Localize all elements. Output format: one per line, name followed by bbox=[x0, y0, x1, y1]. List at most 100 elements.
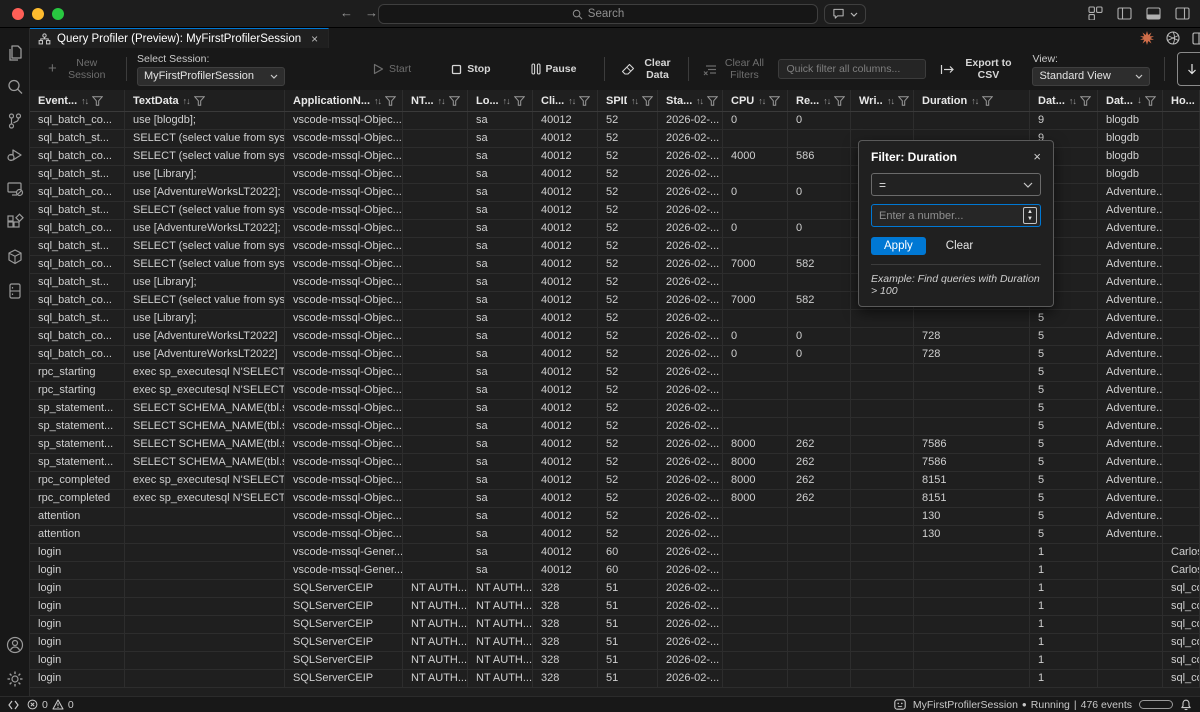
cell-event[interactable]: login bbox=[30, 616, 125, 633]
table-row[interactable]: attentionvscode-mssql-Objec...sa40012522… bbox=[30, 526, 1200, 544]
cell-host[interactable]: sql_co... bbox=[1163, 670, 1200, 687]
column-header-application[interactable]: ApplicationN...↑↓ bbox=[285, 90, 403, 111]
cell-spid[interactable]: 52 bbox=[598, 472, 658, 489]
cell-duration[interactable] bbox=[914, 418, 1030, 435]
cell-clientpid[interactable]: 40012 bbox=[533, 382, 598, 399]
cell-starttime[interactable]: 2026-02-... bbox=[658, 364, 723, 381]
extensions-icon[interactable] bbox=[0, 206, 30, 240]
cell-cpu[interactable]: 8000 bbox=[723, 454, 788, 471]
cell-event[interactable]: sql_batch_st... bbox=[30, 238, 125, 255]
cell-ntuser[interactable] bbox=[403, 256, 468, 273]
cell-event[interactable]: sql_batch_st... bbox=[30, 310, 125, 327]
cell-databaseid[interactable]: 5 bbox=[1030, 454, 1098, 471]
cell-duration[interactable]: 130 bbox=[914, 526, 1030, 543]
cell-reads[interactable]: 0 bbox=[788, 220, 851, 237]
cell-ntuser[interactable]: NT AUTH... bbox=[403, 598, 468, 615]
cell-login[interactable]: sa bbox=[468, 292, 533, 309]
cell-cpu[interactable] bbox=[723, 616, 788, 633]
cell-event[interactable]: sql_batch_st... bbox=[30, 130, 125, 147]
cell-databasename[interactable]: Adventure... bbox=[1098, 238, 1163, 255]
cell-login[interactable]: sa bbox=[468, 238, 533, 255]
cell-ntuser[interactable] bbox=[403, 184, 468, 201]
close-window-button[interactable] bbox=[12, 8, 24, 20]
cell-spid[interactable]: 52 bbox=[598, 508, 658, 525]
sort-arrows-icon[interactable]: ↑↓ bbox=[81, 96, 88, 106]
notifications-bell-icon[interactable] bbox=[1180, 699, 1192, 711]
cell-textdata[interactable]: SELECT (select value from sys.d... bbox=[125, 292, 285, 309]
cell-clientpid[interactable]: 40012 bbox=[533, 310, 598, 327]
minimize-window-button[interactable] bbox=[32, 8, 44, 20]
cell-spid[interactable]: 52 bbox=[598, 130, 658, 147]
cell-textdata[interactable] bbox=[125, 634, 285, 651]
cell-host[interactable] bbox=[1163, 166, 1200, 183]
cell-writes[interactable] bbox=[851, 400, 914, 417]
cell-starttime[interactable]: 2026-02-... bbox=[658, 670, 723, 687]
cell-host[interactable] bbox=[1163, 202, 1200, 219]
cell-cpu[interactable]: 7000 bbox=[723, 292, 788, 309]
table-row[interactable]: loginvscode-mssql-Gener...sa40012602026-… bbox=[30, 544, 1200, 562]
cell-login[interactable]: sa bbox=[468, 166, 533, 183]
containers-icon[interactable] bbox=[0, 240, 30, 274]
filter-icon[interactable] bbox=[1080, 96, 1091, 106]
cell-ntuser[interactable] bbox=[403, 526, 468, 543]
cell-starttime[interactable]: 2026-02-... bbox=[658, 202, 723, 219]
cell-login[interactable]: NT AUTH... bbox=[468, 598, 533, 615]
cell-duration[interactable]: 8151 bbox=[914, 472, 1030, 489]
cell-starttime[interactable]: 2026-02-... bbox=[658, 328, 723, 345]
table-row[interactable]: loginSQLServerCEIPNT AUTH...NT AUTH...32… bbox=[30, 652, 1200, 670]
cell-ntuser[interactable]: NT AUTH... bbox=[403, 616, 468, 633]
cell-application[interactable]: vscode-mssql-Objec... bbox=[285, 418, 403, 435]
cell-starttime[interactable]: 2026-02-... bbox=[658, 598, 723, 615]
cell-ntuser[interactable] bbox=[403, 238, 468, 255]
cell-starttime[interactable]: 2026-02-... bbox=[658, 130, 723, 147]
cell-writes[interactable] bbox=[851, 652, 914, 669]
back-arrow-icon[interactable]: ← bbox=[340, 5, 353, 20]
cell-textdata[interactable]: use [Library]; bbox=[125, 166, 285, 183]
filter-icon[interactable] bbox=[579, 96, 590, 106]
cell-clientpid[interactable]: 40012 bbox=[533, 454, 598, 471]
cell-ntuser[interactable] bbox=[403, 436, 468, 453]
cell-ntuser[interactable] bbox=[403, 490, 468, 507]
cell-cpu[interactable] bbox=[723, 580, 788, 597]
cell-starttime[interactable]: 2026-02-... bbox=[658, 220, 723, 237]
cell-cpu[interactable] bbox=[723, 130, 788, 147]
export-csv-button[interactable]: Export to CSV bbox=[940, 57, 1016, 81]
cell-writes[interactable] bbox=[851, 364, 914, 381]
cell-ntuser[interactable] bbox=[403, 382, 468, 399]
cell-reads[interactable] bbox=[788, 670, 851, 687]
filter-icon[interactable] bbox=[92, 96, 103, 106]
filter-icon[interactable] bbox=[707, 96, 718, 106]
filter-icon[interactable] bbox=[514, 96, 525, 106]
pause-button[interactable]: Pause bbox=[531, 63, 577, 75]
cell-application[interactable]: vscode-mssql-Objec... bbox=[285, 148, 403, 165]
cell-ntuser[interactable] bbox=[403, 292, 468, 309]
cell-starttime[interactable]: 2026-02-... bbox=[658, 436, 723, 453]
cell-duration[interactable] bbox=[914, 310, 1030, 327]
column-header-reads[interactable]: Re...↑↓ bbox=[788, 90, 851, 111]
cell-cpu[interactable] bbox=[723, 670, 788, 687]
cell-databasename[interactable]: Adventure... bbox=[1098, 382, 1163, 399]
cell-spid[interactable]: 52 bbox=[598, 526, 658, 543]
cell-clientpid[interactable]: 40012 bbox=[533, 490, 598, 507]
cell-clientpid[interactable]: 40012 bbox=[533, 148, 598, 165]
cell-spid[interactable]: 52 bbox=[598, 166, 658, 183]
cell-application[interactable]: vscode-mssql-Objec... bbox=[285, 400, 403, 417]
cell-writes[interactable] bbox=[851, 580, 914, 597]
cell-application[interactable]: vscode-mssql-Objec... bbox=[285, 220, 403, 237]
cell-ntuser[interactable] bbox=[403, 310, 468, 327]
cell-reads[interactable] bbox=[788, 526, 851, 543]
table-row[interactable]: loginvscode-mssql-Gener...sa40012602026-… bbox=[30, 562, 1200, 580]
cell-reads[interactable] bbox=[788, 130, 851, 147]
sort-arrows-icon[interactable]: ↑↓ bbox=[823, 96, 830, 106]
cell-clientpid[interactable]: 40012 bbox=[533, 544, 598, 561]
clear-data-button[interactable]: Clear Data bbox=[621, 57, 674, 81]
cell-databaseid[interactable]: 1 bbox=[1030, 616, 1098, 633]
cell-databasename[interactable] bbox=[1098, 652, 1163, 669]
cell-starttime[interactable]: 2026-02-... bbox=[658, 292, 723, 309]
copilot-chat-button[interactable] bbox=[824, 4, 866, 24]
cell-duration[interactable]: 728 bbox=[914, 346, 1030, 363]
cell-databasename[interactable] bbox=[1098, 580, 1163, 597]
command-center-search[interactable]: Search bbox=[378, 4, 818, 24]
cell-event[interactable]: sql_batch_co... bbox=[30, 256, 125, 273]
table-row[interactable]: sql_batch_co...use [AdventureWorksLT2022… bbox=[30, 346, 1200, 364]
